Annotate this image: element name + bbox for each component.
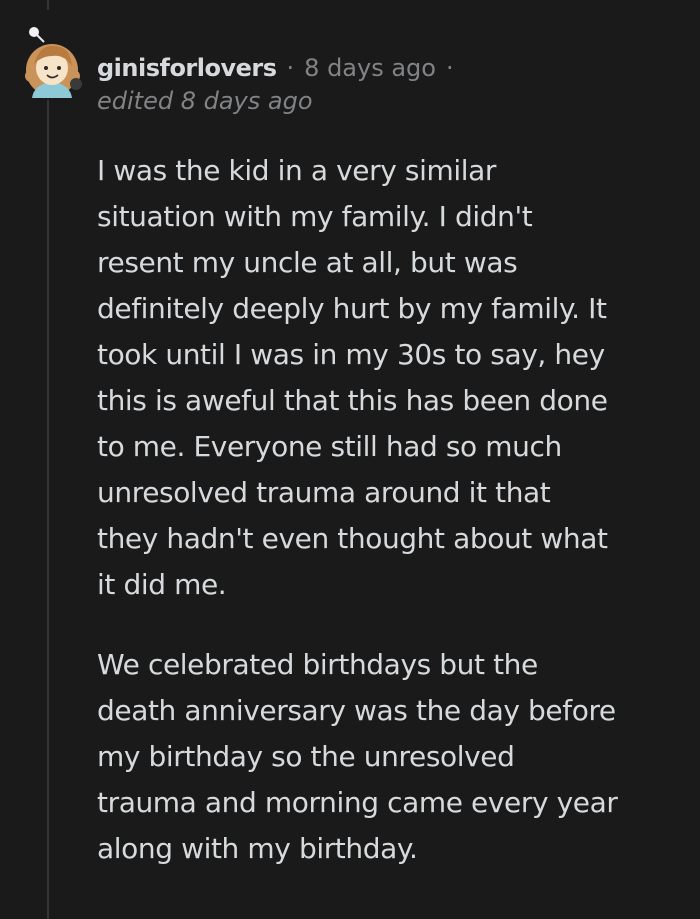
comment-line: this is aweful that this has been done [97, 384, 608, 417]
comment-timestamp[interactable]: 8 days ago [304, 50, 436, 86]
comment-line: along with my birthday. [97, 832, 418, 865]
thread-line-top [47, 0, 49, 10]
meta-separator: · [286, 54, 295, 82]
comment-line: definitely deeply hurt by my family. It [97, 292, 607, 325]
user-avatar-icon[interactable] [14, 14, 86, 100]
comment-header: ginisforlovers · 8 days ago · edited 8 d… [97, 50, 687, 116]
comment-line: to me. Everyone still had so much [97, 430, 562, 463]
comment-body: I was the kid in a very similar situatio… [97, 148, 687, 906]
comment-line: they hadn't even thought about what [97, 522, 608, 555]
thread-collapse-line[interactable] [47, 100, 49, 919]
comment-paragraph: I was the kid in a very similar situatio… [97, 148, 687, 608]
username-link[interactable]: ginisforlovers [97, 50, 277, 86]
comment-meta: ginisforlovers · 8 days ago · [97, 50, 687, 86]
comment-line: We celebrated birthdays but the [97, 648, 538, 681]
comment-line: it did me. [97, 568, 227, 601]
comment-line: resent my uncle at all, but was [97, 246, 518, 279]
edited-label: edited 8 days ago [97, 87, 313, 115]
comment-paragraph: We celebrated birthdays but the death an… [97, 642, 687, 872]
meta-separator-trailing: · [445, 54, 454, 82]
comment-line: I was the kid in a very similar [97, 154, 496, 187]
comment-line: took until I was in my 30s to say, hey [97, 338, 605, 371]
comment-line: situation with my family. I didn't [97, 200, 533, 233]
comment-line: trauma and morning came every year [97, 786, 618, 819]
comment-line: unresolved trauma around it that [97, 476, 551, 509]
comment-line: death anniversary was the day before [97, 694, 616, 727]
comment-line: my birthday so the unresolved [97, 740, 515, 773]
